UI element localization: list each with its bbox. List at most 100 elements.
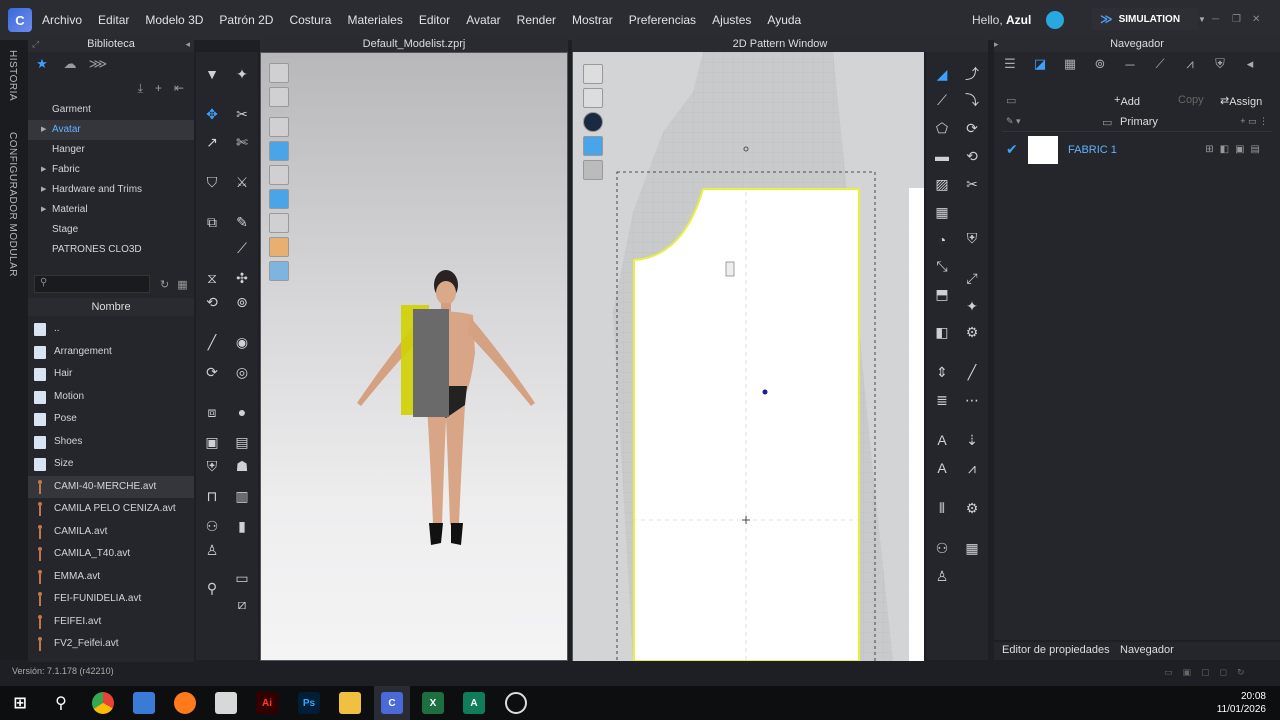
edit-pencil-icon[interactable]: ✎ ▾ [1006,116,1021,127]
copy-fabric-button[interactable]: Copy [1178,94,1204,106]
avatar-measure-icon[interactable]: ⚇ [932,538,952,558]
list-item[interactable]: Shoes [28,431,194,454]
maximize-icon[interactable]: ❐ [1232,14,1241,25]
zigzag-icon[interactable]: ⩘ [962,458,982,478]
system-clock[interactable]: 20:08 11/01/2026 [1217,690,1266,716]
tree-item-hardware[interactable]: ▶ Hardware and Trims [28,180,194,200]
back-icon[interactable]: ⇤ [174,81,184,95]
seam-tool-icon[interactable]: ⧖ [202,268,222,288]
simulation-tool-icon[interactable]: ▼ [202,64,222,84]
cloud-library-icon[interactable]: ☁ [62,56,78,72]
recorder-icon[interactable] [505,692,527,714]
menu-ayuda[interactable]: Ayuda [767,13,801,27]
explorer-monitor-icon[interactable] [133,692,155,714]
tree-item-material[interactable]: ▶ Material [28,200,194,220]
viewport-3d[interactable] [260,52,568,661]
pattern-shirt-icon[interactable] [583,88,603,108]
transform-pattern-icon[interactable]: ◢ [932,64,952,84]
undock-icon[interactable]: ⤢ [32,36,39,52]
list-item[interactable]: Motion [28,386,194,409]
menu-mostrar[interactable]: Mostrar [572,13,613,27]
free-sew-icon[interactable]: ⤢ [962,268,982,288]
list-item[interactable]: CAMI-40-MERCHE.avt [28,475,194,498]
expand-panel-icon[interactable]: ▸ [994,36,999,52]
edit-curve-icon[interactable]: ⟋ [932,90,952,110]
chrome-icon[interactable] [92,692,114,714]
check-icon[interactable]: ✔ [1006,141,1018,158]
column-header-nombre[interactable]: Nombre [28,298,194,316]
internal-rect-icon[interactable]: ▦ [932,202,952,222]
garment-tool-icon[interactable]: ⛉ [202,172,222,192]
printer-icon[interactable] [215,692,237,714]
marketplace-icon[interactable]: ⋙ [89,56,108,72]
pocket-tool-icon[interactable]: ▣ [202,432,222,452]
tab-editor-propiedades[interactable]: Editor de propiedades [1002,644,1110,656]
shirt-tool-icon[interactable]: ⛨ [202,456,222,476]
more-tab-icon[interactable]: ◂ [1242,56,1258,72]
fabric-swatch[interactable] [1028,136,1058,164]
pleat-icon[interactable]: ◧ [932,322,952,342]
list-item[interactable]: FEIFEI.avt [28,611,194,634]
text-icon[interactable]: A [932,430,952,450]
tab-configurador-modular[interactable]: CONFIGURADOR MODULAR [7,132,18,277]
polygon-icon[interactable]: ⬠ [932,118,952,138]
seam-allowance-icon[interactable]: ≣ [932,390,952,410]
figure-tool-icon[interactable]: ☗ [232,456,252,476]
list-item[interactable]: CAMILA PELO CENIZA.avt [28,498,194,521]
rotate-tool-icon[interactable]: ⟳ [202,362,222,382]
internal-circle-icon[interactable]: ◔ [932,230,952,250]
grading-icon[interactable]: ⦀ [932,498,952,518]
list-item[interactable]: FEI-FUNIDELIA.avt [28,588,194,611]
folder-icon[interactable] [339,692,361,714]
menu-avatar[interactable]: Avatar [466,13,500,27]
seam-tab-icon[interactable]: ⟋ [1152,56,1168,72]
primary-group-row[interactable]: ✎ ▾ ▭ Primary + ▭ ⋮ [1002,116,1272,132]
tree-item-hanger[interactable]: Hanger [28,140,194,160]
illustrator-icon[interactable]: Ai [256,692,278,714]
topstitch-tab-icon[interactable]: ─ [1122,56,1138,72]
pattern-layer-icon[interactable] [583,160,603,180]
line-tool-icon[interactable]: ╱ [202,332,222,352]
view-mode-icons[interactable]: ▭▣▢◻↻ [1164,667,1255,678]
add-icon[interactable]: + [155,81,162,95]
move-tool-icon[interactable]: ✥ [202,104,222,124]
measure-tool-icon[interactable]: ⟋ [232,238,252,258]
menu-materiales[interactable]: Materiales [347,13,402,27]
avatar-tool-icon[interactable]: ⚇ [202,516,222,536]
windows-start-icon[interactable]: ⊞ [9,692,31,714]
refresh-icon[interactable]: ↻ [160,278,169,291]
tree-item-garment[interactable]: Garment [28,100,194,120]
length-icon[interactable]: ⇣ [962,430,982,450]
autocad-icon[interactable]: A [463,692,485,714]
pattern-info-icon[interactable] [583,112,603,132]
list-item[interactable]: Size [28,453,194,476]
list-item[interactable]: CAMILA_T40.avt [28,543,194,566]
edit-point-icon[interactable]: ⤴ [962,64,982,84]
fabric-tab-icon[interactable]: ◪ [1032,56,1048,72]
segment-sew-icon[interactable]: ⤡ [932,256,952,276]
fold-tool-icon[interactable]: ⚔ [232,172,252,192]
list-item[interactable]: Pose [28,408,194,431]
firefox-icon[interactable] [174,692,196,714]
button-tab-icon[interactable]: ⊚ [1092,56,1108,72]
tree-item-patrones[interactable]: PATRONES CLO3D [28,240,194,260]
ruler-icon[interactable]: ⇕ [932,362,952,382]
list-item[interactable]: Hair [28,363,194,386]
tree-item-avatar[interactable]: ▶ Avatar [28,120,194,140]
menu-preferencias[interactable]: Preferencias [629,13,696,27]
tree-item-stage[interactable]: Stage [28,220,194,240]
arrange-tool-icon[interactable]: ⧉ [202,212,222,232]
list-item[interactable]: FV2_Feifei.avt [28,633,194,656]
list-item[interactable]: EMMA.avt [28,566,194,589]
pattern-edit-icon[interactable] [583,64,603,84]
cut-tool-icon[interactable]: ✄ [232,132,252,152]
close-icon[interactable]: ✕ [1252,14,1260,25]
folder-icon[interactable]: ▭ [1006,94,1016,107]
collapse-icon[interactable]: ◂ [185,36,190,52]
notch-icon[interactable]: ⬒ [932,284,952,304]
texture-tab-icon[interactable]: ▦ [1062,56,1078,72]
trim-tool-icon[interactable]: ▤ [232,432,252,452]
print-icon[interactable]: ⚙ [962,498,982,518]
excel-icon[interactable]: X [422,692,444,714]
pants-tool-icon[interactable]: ⊓ [202,486,222,506]
